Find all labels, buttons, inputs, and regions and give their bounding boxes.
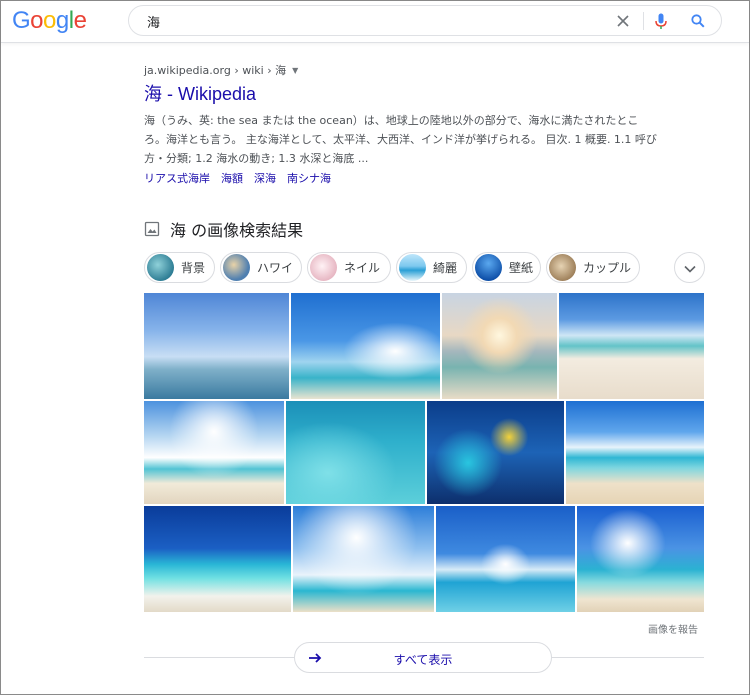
header: Google — [1, 1, 749, 43]
logo-letter: g — [55, 7, 69, 34]
image-results-title[interactable]: 海 の画像検索結果 — [170, 217, 303, 241]
image-results-header: 海 の画像検索結果 — [144, 217, 303, 241]
sitelink[interactable]: 南シナ海 — [287, 170, 331, 187]
logo-letter: o — [43, 7, 56, 34]
chip-label: ネイル — [344, 261, 381, 275]
chip-background[interactable]: 背景 — [144, 252, 215, 283]
chip-hawaii[interactable]: ハワイ — [220, 252, 302, 283]
result-url: ja.wikipedia.org › wiki › 海 — [144, 64, 287, 77]
logo-letter: G — [12, 7, 31, 34]
chip-nail[interactable]: ネイル — [307, 252, 391, 283]
chip-label: 壁紙 — [509, 261, 534, 275]
sitelink[interactable]: 深海 — [254, 170, 276, 187]
result-snippet: 海（うみ、英: the sea または the ocean）は、地球上の陸地以外… — [144, 114, 657, 165]
chip-thumbnail — [147, 254, 174, 281]
sitelink[interactable]: 海額 — [221, 170, 243, 187]
search-input[interactable] — [147, 12, 597, 30]
search-result: ja.wikipedia.org › wiki › 海 ▼ 海 - Wikipe… — [144, 63, 684, 187]
image-tile[interactable] — [291, 293, 440, 399]
chevron-down-icon — [683, 258, 696, 277]
google-logo[interactable]: Google — [12, 7, 87, 34]
result-menu-icon[interactable]: ▼ — [292, 63, 298, 79]
image-tile[interactable] — [293, 506, 434, 612]
search-divider — [643, 12, 644, 30]
chip-thumbnail — [475, 254, 502, 281]
chip-couple[interactable]: カップル — [546, 252, 640, 283]
image-tile[interactable] — [577, 506, 704, 612]
image-tile[interactable] — [427, 401, 564, 504]
result-title-link[interactable]: 海 - Wikipedia — [144, 83, 684, 105]
image-tile[interactable] — [144, 506, 291, 612]
chip-label: 綺麗 — [433, 261, 458, 275]
microphone-icon[interactable] — [652, 12, 670, 30]
logo-letter: e — [73, 7, 87, 34]
logo-letter: o — [30, 7, 44, 34]
chip-thumbnail — [310, 254, 337, 281]
chip-thumbnail — [549, 254, 576, 281]
image-tile[interactable] — [442, 293, 557, 399]
chips-expand-button[interactable] — [674, 252, 705, 283]
search-icon[interactable] — [689, 12, 707, 30]
image-grid — [144, 293, 704, 612]
image-tile[interactable] — [144, 401, 284, 504]
image-tile[interactable] — [144, 293, 289, 399]
image-tile[interactable] — [436, 506, 575, 612]
search-box — [128, 5, 722, 36]
image-chips: 背景 ハワイ ネイル 綺麗 壁紙 カップル — [144, 252, 706, 284]
chip-label: ハワイ — [257, 261, 294, 275]
chip-thumbnail — [399, 254, 426, 281]
show-all-label: すべて表示 — [393, 653, 453, 667]
image-tile[interactable] — [286, 401, 425, 504]
report-images-link[interactable]: 画像を報告 — [648, 621, 698, 636]
chip-wallpaper[interactable]: 壁紙 — [472, 252, 541, 283]
sitelinks: リアス式海岸 海額 深海 南シナ海 — [144, 170, 684, 187]
show-all-button[interactable]: すべて表示 — [294, 642, 552, 673]
chip-label: 背景 — [181, 261, 206, 275]
chip-label: カップル — [583, 261, 632, 275]
image-icon — [144, 221, 160, 237]
image-tile[interactable] — [559, 293, 704, 399]
image-tile[interactable] — [566, 401, 704, 504]
result-cite: ja.wikipedia.org › wiki › 海 ▼ — [144, 63, 684, 79]
clear-icon[interactable] — [614, 12, 632, 30]
chip-beautiful[interactable]: 綺麗 — [396, 252, 467, 283]
chip-thumbnail — [223, 254, 250, 281]
sitelink[interactable]: リアス式海岸 — [144, 170, 210, 187]
